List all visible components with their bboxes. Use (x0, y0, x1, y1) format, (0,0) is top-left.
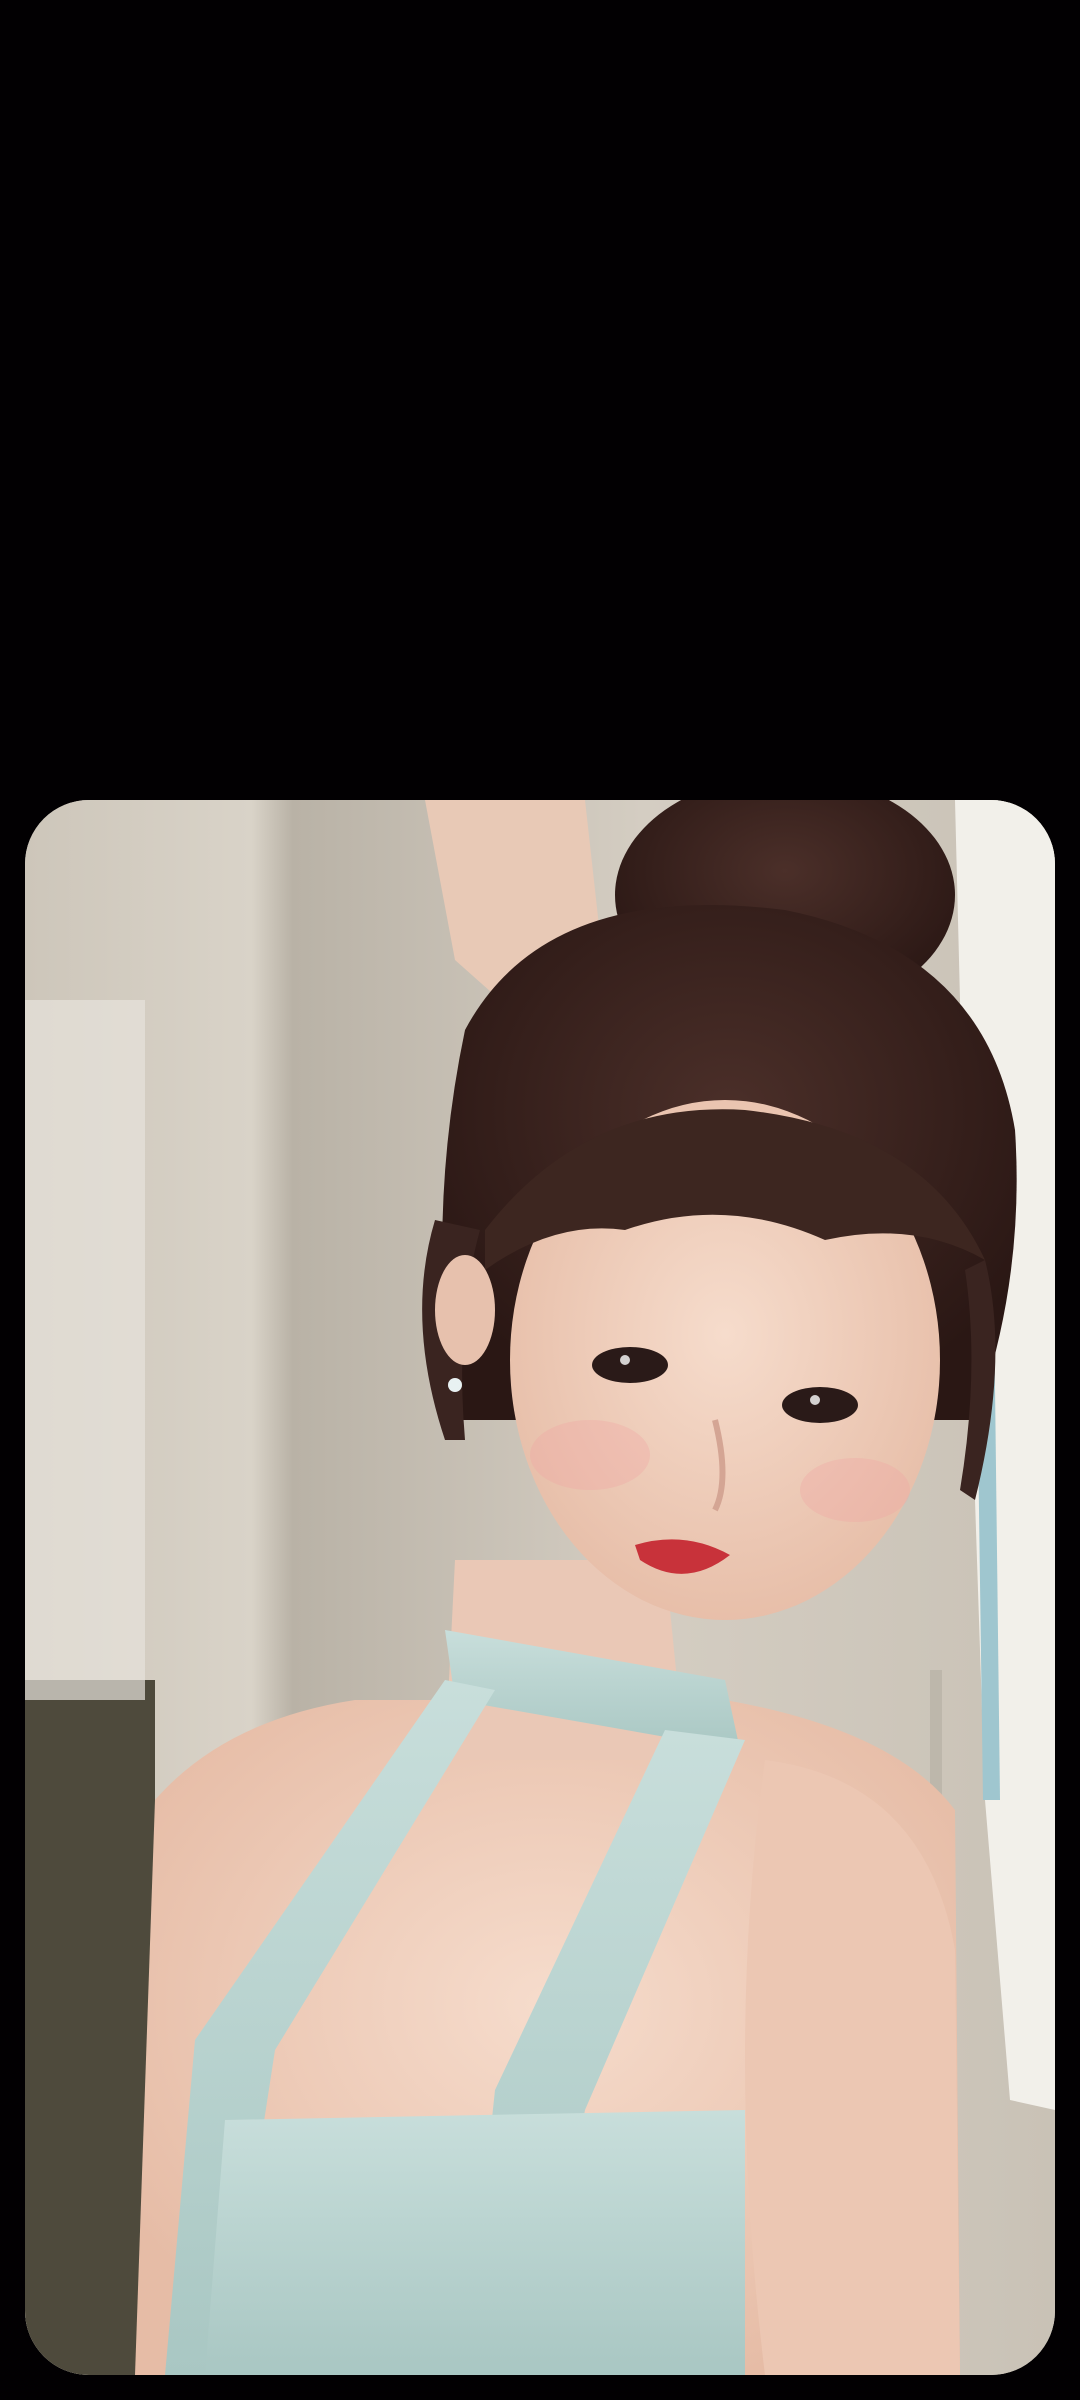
portrait-photo (25, 800, 1055, 2375)
screen (0, 0, 1080, 2400)
photo-preview[interactable] (25, 800, 1055, 2375)
